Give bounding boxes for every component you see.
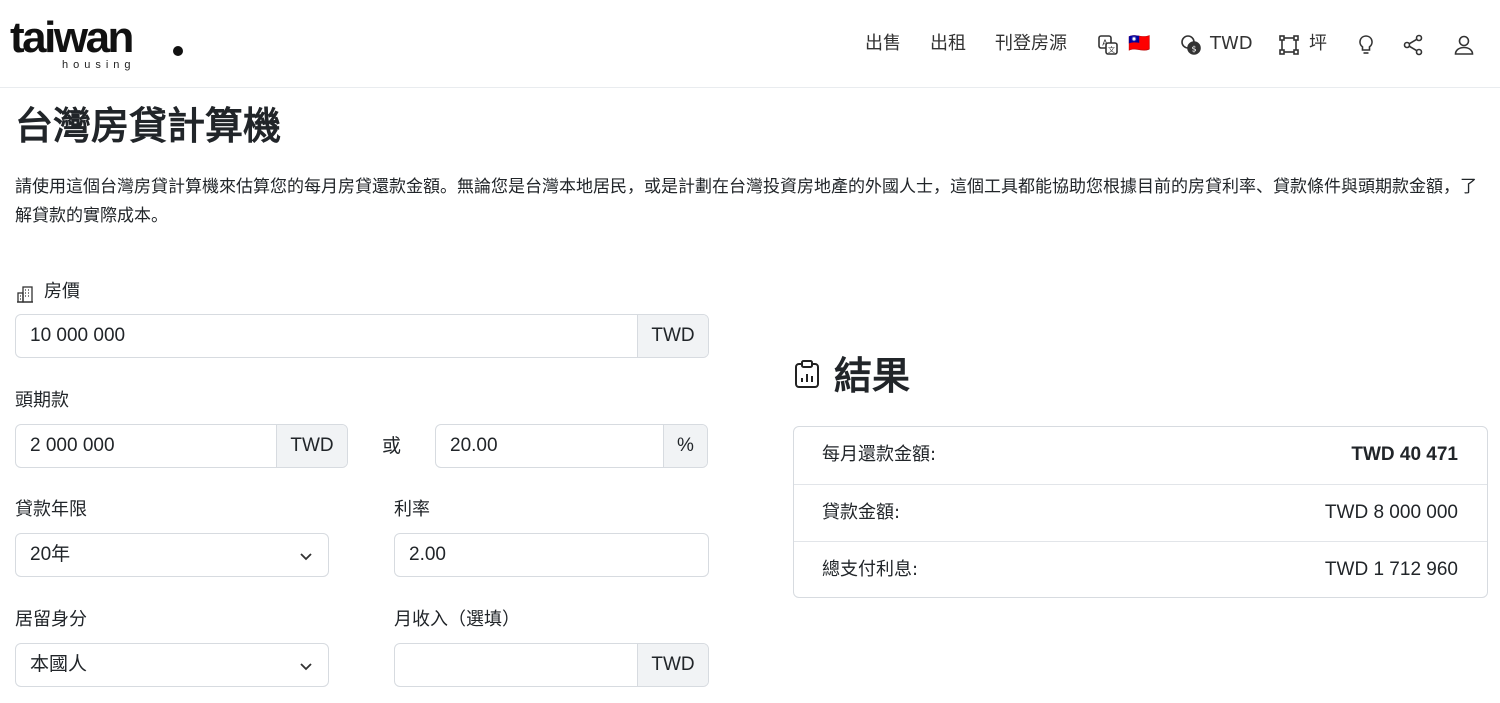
nav-currency[interactable]: TWD bbox=[1210, 30, 1253, 58]
page-title: 台灣房貸計算機 bbox=[15, 103, 282, 148]
monthly-income-group: TWD bbox=[394, 643, 709, 687]
down-payment-label: 頭期款 bbox=[15, 390, 69, 411]
down-payment-amount-input[interactable] bbox=[16, 425, 276, 467]
total-interest-label: 總支付利息: bbox=[822, 559, 919, 580]
loan-amount-label: 貸款金額: bbox=[822, 502, 901, 523]
result-row-total-interest: 總支付利息: TWD 1 712 960 bbox=[794, 541, 1487, 598]
interest-rate-label: 利率 bbox=[394, 499, 430, 520]
share-icon[interactable] bbox=[1401, 33, 1425, 57]
loan-amount-value: TWD 8 000 000 bbox=[1324, 502, 1458, 523]
monthly-income-currency-addon: TWD bbox=[637, 644, 708, 686]
translate-icon[interactable]: A 文 bbox=[1096, 33, 1120, 57]
page-intro: 請使用這個台灣房貸計算機來估算您的每月房貸還款金額。無論您是台灣本地居民，或是計… bbox=[15, 177, 1477, 226]
total-interest-value: TWD 1 712 960 bbox=[1324, 559, 1458, 580]
building-icon bbox=[15, 284, 35, 304]
monthly-payment-value: TWD 40 471 bbox=[1351, 444, 1458, 465]
chevron-down-icon bbox=[298, 548, 314, 564]
price-currency-addon: TWD bbox=[637, 315, 708, 357]
flag-taiwan-icon[interactable]: 🇹🇼 bbox=[1128, 30, 1150, 58]
svg-text:$: $ bbox=[1191, 45, 1196, 54]
logo-dot bbox=[173, 46, 183, 56]
area-unit-icon[interactable] bbox=[1277, 33, 1301, 57]
chevron-down-icon bbox=[298, 658, 314, 674]
site-header: taiwan housing 出售 出租 刊登房源 A 文 🇹🇼 $ TWD 坪 bbox=[0, 0, 1500, 88]
interest-rate-input[interactable] bbox=[394, 533, 709, 577]
residency-select[interactable]: 本國人 bbox=[15, 643, 329, 687]
logo-tagline: housing bbox=[62, 59, 136, 71]
result-row-loan-amount: 貸款金額: TWD 8 000 000 bbox=[794, 484, 1487, 541]
down-payment-percent-input[interactable] bbox=[436, 425, 663, 467]
results-title: 結果 bbox=[834, 353, 911, 398]
loan-term-label: 貸款年限 bbox=[15, 499, 87, 520]
price-label: 房價 bbox=[44, 281, 80, 302]
monthly-income-label: 月收入（選填） bbox=[394, 609, 520, 630]
monthly-payment-label: 每月還款金額: bbox=[822, 444, 937, 465]
lightbulb-icon[interactable] bbox=[1354, 33, 1378, 57]
loan-term-select[interactable]: 20年 bbox=[15, 533, 329, 577]
nav-area-unit[interactable]: 坪 bbox=[1309, 30, 1327, 58]
results-card: 每月還款金額: TWD 40 471 貸款金額: TWD 8 000 000 總… bbox=[793, 426, 1488, 598]
down-payment-percent-group: % bbox=[435, 424, 708, 468]
loan-term-selected: 20年 bbox=[30, 544, 71, 565]
monthly-income-input[interactable] bbox=[395, 644, 637, 686]
clipboard-chart-icon bbox=[793, 359, 821, 389]
result-row-monthly-payment: 每月還款金額: TWD 40 471 bbox=[794, 427, 1487, 484]
nav-sell[interactable]: 出售 bbox=[865, 30, 901, 58]
svg-text:文: 文 bbox=[1108, 45, 1115, 54]
percent-addon: % bbox=[663, 425, 707, 467]
currency-icon[interactable]: $ bbox=[1179, 33, 1203, 57]
nav-list-property[interactable]: 刊登房源 bbox=[995, 30, 1067, 58]
price-input[interactable] bbox=[16, 315, 637, 357]
residency-label: 居留身分 bbox=[15, 609, 87, 630]
down-payment-currency-addon: TWD bbox=[276, 425, 347, 467]
down-payment-amount-group: TWD bbox=[15, 424, 348, 468]
user-icon[interactable] bbox=[1452, 33, 1476, 57]
logo[interactable]: taiwan housing bbox=[10, 14, 190, 74]
nav-rent[interactable]: 出租 bbox=[930, 30, 966, 58]
price-input-group: TWD bbox=[15, 314, 709, 358]
residency-selected: 本國人 bbox=[30, 654, 88, 675]
or-text: 或 bbox=[382, 435, 402, 457]
logo-wordmark: taiwan bbox=[10, 13, 134, 62]
